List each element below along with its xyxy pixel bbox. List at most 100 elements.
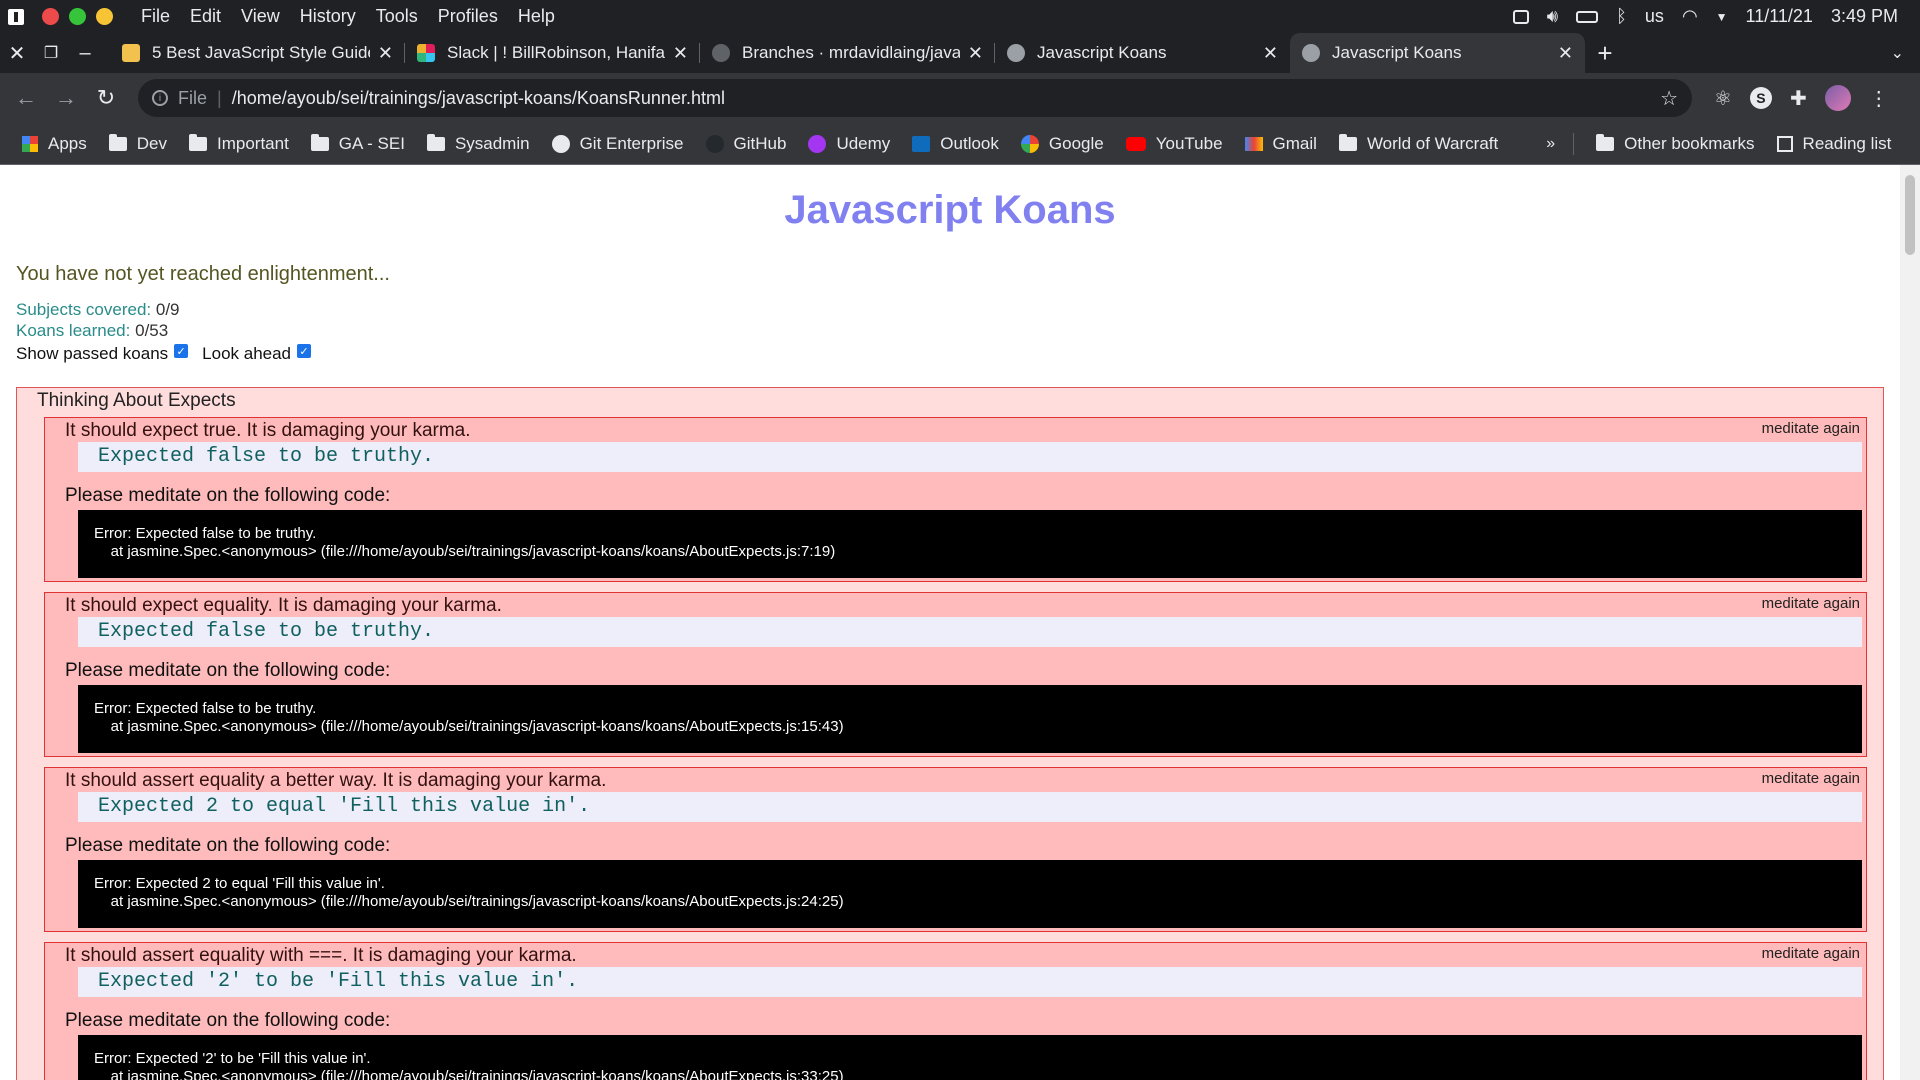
address-bar[interactable]: i File | /home/ayoub/sei/trainings/javas…	[138, 79, 1692, 117]
tab-close-icon[interactable]: ✕	[673, 43, 688, 64]
extensions-puzzle-icon[interactable]: ✚	[1790, 86, 1807, 111]
meditate-again-link[interactable]: meditate again	[1762, 420, 1860, 437]
bookmark-ga-sei[interactable]: GA - SEI	[310, 133, 405, 154]
os-logo-icon[interactable]	[8, 8, 24, 25]
meditate-prompt: Please meditate on the following code:	[65, 835, 391, 856]
suite-title[interactable]: Thinking About Expects	[37, 390, 236, 412]
keyboard-layout[interactable]: us	[1645, 6, 1664, 27]
extensions-area: ⚛ S ✚ ⋮	[1714, 85, 1889, 111]
suite-thinking-about-expects: Thinking About Expects It should expect …	[16, 387, 1884, 1080]
browser-toolbar: ← → ↻ i File | /home/ayoub/sei/trainings…	[0, 73, 1920, 123]
new-tab-button[interactable]: +	[1585, 33, 1625, 73]
bookmark-label: GA - SEI	[338, 133, 405, 153]
bookmark-sysadmin[interactable]: Sysadmin	[426, 133, 530, 154]
spec-failed: It should expect true. It is damaging yo…	[44, 417, 1867, 582]
minimize-icon[interactable]: –	[68, 33, 102, 73]
profile-avatar[interactable]	[1824, 85, 1851, 111]
menu-help[interactable]: Help	[518, 6, 555, 27]
spec-description[interactable]: It should assert equality a better way. …	[65, 770, 606, 792]
bookmark-dev[interactable]: Dev	[108, 133, 167, 154]
page-scrollbar[interactable]	[1900, 165, 1920, 1080]
trace-line: Error: Expected false to be truthy.	[94, 700, 317, 717]
meditate-again-link[interactable]: meditate again	[1762, 770, 1860, 787]
spec-description[interactable]: It should expect true. It is damaging yo…	[65, 420, 471, 442]
reload-button[interactable]: ↻	[86, 78, 126, 118]
tab-close-icon[interactable]: ✕	[1558, 43, 1573, 64]
folder-icon	[310, 133, 329, 151]
apps-grid-icon	[22, 135, 38, 152]
meditate-prompt: Please meditate on the following code:	[65, 485, 391, 506]
wifi-icon[interactable]: ◠	[1682, 6, 1698, 27]
minimize-window-icon[interactable]	[96, 8, 113, 25]
bookmark-world-of-warcraft[interactable]: World of Warcraft	[1338, 133, 1498, 154]
app-menu: File Edit View History Tools Profiles He…	[141, 6, 555, 27]
tab-close-icon[interactable]: ✕	[1263, 43, 1278, 64]
bluetooth-icon[interactable]: ᛒ	[1616, 6, 1627, 27]
close-window-icon[interactable]	[42, 8, 59, 25]
show-passed-label: Show passed koans	[16, 344, 169, 363]
spec-description[interactable]: It should assert equality with ===. It i…	[65, 945, 577, 967]
tab-title: 5 Best JavaScript Style Guide	[152, 43, 370, 62]
volume-icon[interactable]: 🔊︎	[1547, 6, 1558, 27]
bookmark-udemy[interactable]: Udemy	[808, 134, 890, 154]
tab-search-chevron-icon[interactable]: ⌄	[1891, 33, 1904, 73]
battery-icon[interactable]	[1576, 10, 1599, 23]
system-time[interactable]: 3:49 PM	[1831, 6, 1898, 27]
menu-file[interactable]: File	[141, 6, 170, 27]
bookmark-label: Sysadmin	[454, 133, 530, 153]
stack-trace: Error: Expected false to be truthy. at j…	[78, 510, 1862, 578]
menu-tools[interactable]: Tools	[376, 6, 418, 27]
menu-profiles[interactable]: Profiles	[438, 6, 498, 27]
bookmark-important[interactable]: Important	[188, 133, 289, 154]
bookmark-github[interactable]: GitHub	[705, 133, 787, 154]
maximize-window-icon[interactable]	[69, 8, 86, 25]
scrollbar-thumb[interactable]	[1905, 175, 1915, 255]
reading-list[interactable]: Reading list	[1776, 134, 1891, 154]
tab-title: Branches · mrdavidlaing/java	[742, 43, 960, 62]
other-bookmarks[interactable]: Other bookmarks	[1596, 133, 1755, 154]
bookmark-google[interactable]: Google	[1020, 134, 1104, 154]
tab-javascript-koans[interactable]: Javascript Koans ✕	[995, 33, 1290, 73]
tab-javascript-koans-active[interactable]: Javascript Koans ✕	[1290, 33, 1585, 73]
bookmark-outlook[interactable]: Outlook	[912, 134, 999, 154]
google-icon	[1020, 134, 1039, 153]
look-ahead-checkbox[interactable]: ✓	[297, 344, 312, 358]
tab-slack[interactable]: Slack | ! BillRobinson, Hanifa ✕	[405, 33, 700, 73]
system-date[interactable]: 11/11/21	[1746, 6, 1813, 27]
site-info-icon[interactable]: i	[152, 90, 168, 106]
bookmark-git-enterprise[interactable]: Git Enterprise	[551, 134, 684, 154]
bookmark-label: GitHub	[733, 133, 787, 153]
bookmark-label: Apps	[48, 133, 87, 153]
restore-window-icon[interactable]: ❐	[34, 33, 68, 73]
tray-dropdown-icon[interactable]: ▼	[1716, 10, 1728, 24]
menu-view[interactable]: View	[241, 6, 280, 27]
show-passed-checkbox[interactable]: ✓	[174, 344, 189, 358]
bookmark-gmail[interactable]: Gmail	[1244, 134, 1317, 154]
more-menu-icon[interactable]: ⋮	[1869, 86, 1889, 111]
menu-edit[interactable]: Edit	[190, 6, 221, 27]
reading-list-icon	[1776, 135, 1793, 152]
tab-close-icon[interactable]: ✕	[378, 43, 393, 64]
bookmark-youtube[interactable]: YouTube	[1125, 134, 1223, 154]
url-text[interactable]: /home/ayoub/sei/trainings/javascript-koa…	[232, 88, 725, 109]
tab-github-branches[interactable]: Branches · mrdavidlaing/java ✕	[700, 33, 995, 73]
spec-failed: It should assert equality a better way. …	[44, 767, 1867, 932]
spec-description[interactable]: It should expect equality. It is damagin…	[65, 595, 502, 617]
react-devtools-icon[interactable]: ⚛	[1714, 86, 1732, 111]
close-icon[interactable]: ✕	[0, 33, 34, 73]
tab-close-icon[interactable]: ✕	[968, 43, 983, 64]
bookmarks-bar: Apps Dev Important GA - SEI Sysadmin Git…	[0, 123, 1920, 165]
clipboard-icon[interactable]	[1512, 9, 1529, 24]
forward-button[interactable]: →	[46, 78, 86, 118]
bookmark-star-icon[interactable]: ☆	[1660, 86, 1678, 111]
trace-line: at jasmine.Spec.<anonymous> (file:///hom…	[94, 893, 844, 910]
bookmarks-overflow-button[interactable]: »	[1546, 135, 1555, 153]
trace-line: at jasmine.Spec.<anonymous> (file:///hom…	[94, 718, 844, 735]
meditate-again-link[interactable]: meditate again	[1762, 595, 1860, 612]
s-extension-icon[interactable]: S	[1749, 87, 1772, 109]
bookmark-apps[interactable]: Apps	[22, 134, 87, 154]
meditate-again-link[interactable]: meditate again	[1762, 945, 1860, 962]
tab-style-guide[interactable]: 5 Best JavaScript Style Guide ✕	[110, 33, 405, 73]
back-button[interactable]: ←	[6, 78, 46, 118]
menu-history[interactable]: History	[300, 6, 356, 27]
